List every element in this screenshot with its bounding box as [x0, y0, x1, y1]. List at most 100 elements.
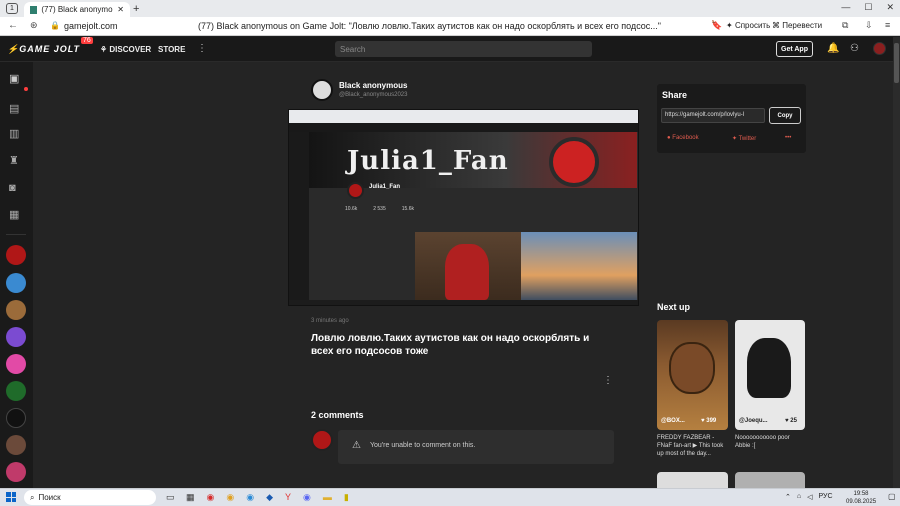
store-icon[interactable]: ▤ [9, 102, 19, 115]
community-avatar-2[interactable] [6, 273, 26, 293]
bell-icon[interactable]: 🔔 [827, 43, 839, 54]
discord-icon[interactable]: ◉ [303, 492, 311, 503]
browser-tab-active[interactable]: (77) Black anonymous on Game Jolt ✕ [24, 2, 130, 17]
url-text[interactable]: gamejolt.com [64, 21, 118, 31]
downloads-icon[interactable]: ⇩ [865, 20, 873, 31]
facebook-icon: ● [667, 135, 671, 141]
yandex-browser-icon[interactable]: Y [285, 492, 291, 503]
next-up-title: Next up [657, 302, 691, 312]
minimize-icon[interactable]: — [841, 2, 850, 13]
windows-start-icon[interactable] [6, 492, 16, 502]
close-tab-icon[interactable]: ✕ [117, 5, 124, 14]
embedded-banner-figure [549, 137, 599, 187]
post-options-icon[interactable]: ⋮ [603, 375, 613, 386]
comments-title: 2 comments [311, 410, 364, 420]
more-menu-icon[interactable]: ⋮ [197, 43, 207, 54]
freddy-figure [669, 342, 715, 394]
embedded-browser-bar [289, 110, 638, 123]
card-1-user: @BOX... [661, 418, 685, 424]
volume-icon[interactable]: ◁ [807, 493, 812, 501]
sidebar-separator [6, 234, 26, 235]
back-icon[interactable]: ← [8, 20, 18, 31]
task-view-icon[interactable]: ▭ [166, 492, 175, 503]
maximize-icon[interactable]: ☐ [864, 2, 872, 13]
tab-title: (77) Black anonymous on Game Jolt [41, 5, 113, 14]
network-icon[interactable]: ⌂ [797, 493, 801, 501]
store-link[interactable]: STORE [158, 45, 185, 54]
copy-button[interactable]: Copy [769, 107, 801, 124]
close-window-icon[interactable]: ✕ [886, 2, 894, 13]
clock[interactable]: 19:58 09.08.2025 [846, 490, 876, 506]
search-input[interactable]: Search [335, 41, 592, 57]
window-controls: — ☐ ✕ [841, 2, 894, 13]
friends-icon[interactable]: ⚇ [850, 43, 859, 54]
community-avatar-8[interactable] [6, 435, 26, 455]
bookmark-icon[interactable]: 🔖 [711, 20, 722, 31]
library-icon[interactable]: ▦ [9, 208, 19, 221]
folder-icon[interactable]: ▬ [323, 492, 332, 503]
gamejolt-logo[interactable]: ⚡GAME JOLT [7, 44, 80, 55]
author-avatar[interactable] [311, 79, 333, 101]
next-up-card-3[interactable] [657, 472, 728, 488]
community-avatar-5[interactable] [6, 354, 26, 374]
ask-button[interactable]: ✦ Спросить [726, 21, 770, 30]
abbie-figure [747, 338, 791, 398]
opera-icon[interactable]: ◉ [207, 492, 215, 503]
comment-notice-box: ⚠ You're unable to comment on this. [338, 430, 614, 464]
share-title: Share [662, 90, 688, 100]
twitter-share-button[interactable]: ✦ Twitter [732, 135, 756, 142]
post-text: Ловлю ловлю.Таких аутистов как он надо о… [311, 333, 590, 357]
app-icon-blue[interactable]: ◆ [266, 492, 273, 503]
tab-count-badge[interactable]: 1 [6, 3, 18, 14]
share-link-input[interactable]: https://gamejolt.com/p/lovlyu-l [661, 108, 765, 123]
next-up-card-1[interactable]: @BOX... ♥ 399 [657, 320, 728, 430]
tray-chevron-icon[interactable]: ⌃ [785, 493, 791, 501]
notifications-icon[interactable]: ▢ [888, 492, 896, 501]
yandex-icon[interactable]: ⊛ [30, 20, 38, 31]
notification-count-badge: 76 [81, 37, 93, 44]
post-timestamp: 3 minutes ago [311, 318, 349, 324]
taskbar-search-box[interactable]: ⌕ Поиск [24, 490, 156, 505]
next-up-card-2[interactable]: @Joequ... ♥ 25 [735, 320, 805, 430]
language-indicator[interactable]: РУС [819, 493, 833, 501]
system-tray: ⌃ ⌂ ◁ РУС [785, 493, 833, 501]
trophy-icon[interactable]: ♜ [9, 154, 19, 167]
chrome-icon[interactable]: ◉ [226, 492, 234, 503]
facebook-share-button[interactable]: ● Facebook [667, 135, 699, 141]
post-image[interactable]: Julia1_Fan Julia1_Fan 10.6k 2 535 15.6k [288, 109, 639, 306]
community-avatar-6[interactable] [6, 381, 26, 401]
community-avatar-7[interactable] [6, 408, 26, 428]
left-sidebar: ▣ ▤ ▥ ♜ ◙ ▦ [0, 62, 33, 488]
edge-icon[interactable]: ◉ [246, 492, 254, 503]
page-scrollbar[interactable] [893, 37, 900, 488]
translate-button[interactable]: ⌘ Перевести [772, 21, 822, 30]
user-avatar[interactable] [873, 42, 886, 55]
file-manager-icon[interactable]: ▦ [186, 492, 195, 503]
community-avatar-1[interactable] [6, 245, 26, 265]
backpack-icon[interactable]: ▥ [9, 127, 19, 140]
get-app-button[interactable]: Get App [776, 41, 813, 57]
embedded-banner: Julia1_Fan [309, 132, 637, 188]
scrollbar-thumb[interactable] [894, 43, 899, 83]
lock-icon: 🔒 [50, 21, 60, 30]
app-icon-yellow[interactable]: ▮ [344, 492, 349, 503]
discover-link[interactable]: ⚘ DISCOVER [100, 45, 151, 54]
chat-icon[interactable]: ◙ [9, 182, 16, 194]
card-2-user: @Joequ... [739, 418, 768, 424]
community-avatar-4[interactable] [6, 327, 26, 347]
card-2-caption: Nooooooooooo poor Abbie :[ [735, 435, 790, 449]
share-more-button[interactable]: ••• [785, 135, 791, 141]
extensions-icon[interactable]: ⧉ [842, 20, 848, 31]
next-up-card-4[interactable] [735, 472, 805, 488]
community-avatar-9[interactable] [6, 462, 26, 482]
taskbar-app-icons: ▦ ◉ ◉ ◉ ◆ Y ◉ ▬ ▮ [186, 492, 349, 503]
home-icon[interactable]: ▣ [9, 72, 19, 85]
new-tab-icon[interactable]: + [133, 3, 139, 15]
embedded-profile-name: Julia1_Fan [369, 184, 401, 190]
community-avatar-3[interactable] [6, 300, 26, 320]
author-name[interactable]: Black anonymous [339, 81, 407, 90]
menu-icon[interactable]: ≡ [885, 20, 890, 30]
card-1-caption: FREDDY FAZBEAR - FNaF fan-art ▶ This too… [657, 435, 724, 457]
commenter-avatar[interactable] [311, 429, 333, 451]
author-handle[interactable]: @Black_anonymous2023 [339, 92, 407, 98]
